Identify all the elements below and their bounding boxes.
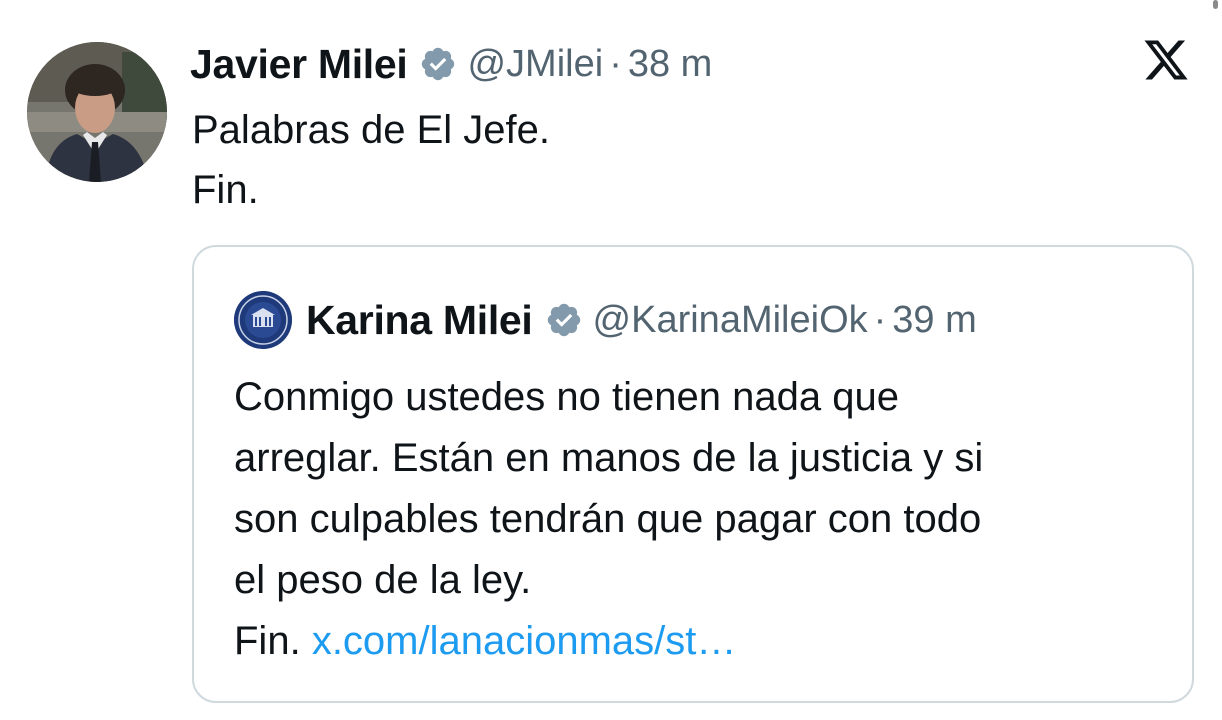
- quoted-author-name[interactable]: Karina Milei: [306, 297, 533, 344]
- separator-dot: ·: [609, 42, 622, 85]
- quoted-text-last-line: Fin. x.com/lanacionmas/st…: [234, 611, 1174, 672]
- author-name[interactable]: Javier Milei: [190, 41, 408, 88]
- x-logo-icon[interactable]: [1142, 34, 1190, 86]
- tweet-text: Palabras de El Jefe. Fin.: [192, 100, 550, 220]
- quoted-author-avatar[interactable]: [234, 291, 292, 349]
- quoted-text-line: el peso de la ley.: [234, 558, 532, 602]
- quoted-tweet-header: Karina Milei @KarinaMileiOk · 39 m: [234, 289, 977, 351]
- quoted-tweet-timestamp[interactable]: 39 m: [892, 299, 976, 342]
- verified-badge-icon: [545, 301, 583, 339]
- tweet-header: Javier Milei @JMilei · 38 m: [190, 36, 712, 92]
- quoted-author-handle[interactable]: @KarinaMileiOk: [593, 299, 868, 342]
- quoted-text-line: Conmigo ustedes no tienen nada que: [234, 375, 899, 419]
- author-avatar[interactable]: [27, 42, 167, 182]
- separator-dot: ·: [873, 298, 887, 341]
- quoted-tweet-text: Conmigo ustedes no tienen nada que arreg…: [234, 367, 1174, 672]
- author-handle[interactable]: @JMilei: [467, 43, 603, 86]
- quoted-text-line: arreglar. Están en manos de la justicia …: [234, 436, 984, 480]
- quoted-tweet-card[interactable]: Karina Milei @KarinaMileiOk · 39 m Conmi…: [192, 245, 1194, 703]
- quoted-text-fin: Fin.: [234, 619, 301, 663]
- quoted-tweet-link[interactable]: x.com/lanacionmas/st…: [312, 619, 737, 663]
- tweet: Javier Milei @JMilei · 38 m Palabras de …: [0, 0, 1222, 720]
- tweet-text-line: Palabras de El Jefe.: [192, 108, 550, 152]
- verified-badge-icon: [419, 45, 457, 83]
- quoted-text-line: son culpables tendrán que pagar con todo: [234, 497, 982, 541]
- tweet-timestamp[interactable]: 38 m: [628, 43, 712, 86]
- tweet-text-line: Fin.: [192, 168, 259, 212]
